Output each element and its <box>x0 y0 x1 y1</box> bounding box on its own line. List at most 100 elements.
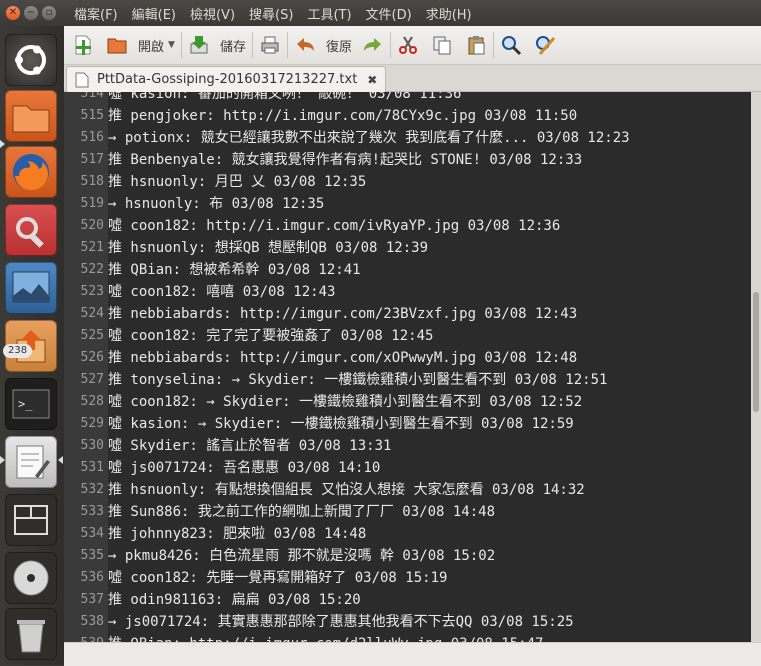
editor-line[interactable]: 535 → pkmu8426: 白色流星雨 那不就是沒嗎 幹 03/08 15:0… <box>64 545 751 567</box>
dash-home-button[interactable] <box>5 34 57 86</box>
editor-line[interactable]: 514 噓 kasion: 番加的開箱文咧！ 敲碗！ 03/08 11:36 <box>64 92 751 105</box>
editor-line[interactable]: 539 推 QBian: http://i.imgur.com/d2lluWy.j… <box>64 633 751 642</box>
landscape-photo-icon <box>12 271 50 303</box>
line-text: 噓 Skydier: 謠言止於智者 03/08 13:31 <box>108 438 392 454</box>
editor-line[interactable]: 528 噓 coon182: → Skydier: 一樓鐵檢雞積小到醫生看不到 0… <box>64 391 751 413</box>
editor-lines: 514 噓 kasion: 番加的開箱文咧！ 敲碗！ 03/08 11:36 515… <box>64 92 751 642</box>
editor-line[interactable]: 536 噓 coon182: 先睡一覺再寫開箱好了 03/08 15:19 <box>64 567 751 589</box>
editor-line[interactable]: 515 推 pengjoker: http://i.imgur.com/78CYx… <box>64 105 751 127</box>
terminal-launcher-button[interactable]: >_ <box>5 378 57 430</box>
editor-line[interactable]: 529 噓 kasion: → Skydier: 一樓鐵檢雞積小到醫生看不到 03… <box>64 413 751 435</box>
line-number: 517 <box>80 152 104 167</box>
editor-line[interactable]: 516 → potionx: 競女已經讓我數不出來說了幾次 我到底看了什麼... … <box>64 127 751 149</box>
open-label: 開啟 <box>138 39 165 55</box>
menu-view[interactable]: 檢視(V) <box>190 4 235 23</box>
status-area <box>64 642 761 666</box>
editor-line[interactable]: 533 推 Sun886: 我之前工作的網咖上新聞了厂厂 03/08 14:48 <box>64 501 751 523</box>
maximize-window-button[interactable]: ▫ <box>42 6 56 20</box>
line-text: → pkmu8426: 白色流星雨 那不就是沒嗎 幹 03/08 15:02 <box>108 548 496 564</box>
editor-line[interactable]: 518 推 hsnuonly: 月巴 乂 03/08 12:35 <box>64 171 751 193</box>
line-text: → hsnuonly: 布 03/08 12:35 <box>108 196 325 212</box>
open-button[interactable]: 開啟 ▼ <box>106 30 175 60</box>
firefox-icon <box>13 154 49 191</box>
text-editor-launcher-button[interactable] <box>5 436 57 488</box>
text-file-icon <box>75 72 89 87</box>
editor-line[interactable]: 530 噓 Skydier: 謠言止於智者 03/08 13:31 <box>64 435 751 457</box>
line-number: 536 <box>80 570 104 585</box>
tab-filename: PttData-Gossiping-20160317213227.txt <box>97 72 358 87</box>
find-replace-button[interactable] <box>534 30 556 60</box>
close-window-button[interactable]: ✕ <box>6 6 20 20</box>
trash-launcher-button[interactable] <box>5 608 57 660</box>
open-dropdown-arrow-icon[interactable]: ▼ <box>168 40 175 50</box>
line-text: 噓 coon182: http://i.imgur.com/ivRyaYP.jp… <box>108 218 561 234</box>
magnifier-icon <box>501 36 522 56</box>
line-number: 537 <box>80 592 104 607</box>
line-text: 推 hsnuonly: 月巴 乂 03/08 12:35 <box>108 174 367 190</box>
active-indicator <box>58 456 63 464</box>
paste-clipboard-icon <box>468 36 485 55</box>
menu-edit[interactable]: 編輯(E) <box>132 4 176 23</box>
line-text: 推 QBian: http://i.imgur.com/d2lluWy.jpg … <box>108 633 543 642</box>
editor-line[interactable]: 527 推 tonyselina: → Skydier: 一樓鐵檢雞積小到醫生看不… <box>64 369 751 391</box>
print-button[interactable] <box>259 30 281 60</box>
workspace-switcher-button[interactable] <box>5 494 57 546</box>
image-viewer-launcher-button[interactable] <box>5 262 57 314</box>
cut-button[interactable] <box>397 30 419 60</box>
editor-line[interactable]: 534 推 johnny823: 肥來啦 03/08 14:48 <box>64 523 751 545</box>
menu-bar: ✕ − ▫ 檔案(F) 編輯(E) 檢視(V) 搜尋(S) 工具(T) 文件(D… <box>0 0 761 26</box>
cd-disc-icon <box>13 560 49 596</box>
line-text: 推 QBian: 想被希希幹 03/08 12:41 <box>108 262 361 278</box>
optical-drive-launcher-button[interactable] <box>5 552 57 604</box>
system-settings-launcher-button[interactable] <box>5 204 57 256</box>
editor-line[interactable]: 517 推 Benbenyale: 競女讓我覺得作者有病!起哭比 STONE! 0… <box>64 149 751 171</box>
line-number: 533 <box>80 504 104 519</box>
text-editor-area[interactable]: 514 噓 kasion: 番加的開箱文咧！ 敲碗！ 03/08 11:36 515… <box>64 92 751 642</box>
editor-line[interactable]: 523 噓 coon182: 嘻嘻 03/08 12:43 <box>64 281 751 303</box>
line-text: 推 pengjoker: http://i.imgur.com/78CYx9c.… <box>108 108 578 124</box>
editor-line[interactable]: 524 推 nebbiabards: http://imgur.com/23BVz… <box>64 303 751 325</box>
editor-line[interactable]: 522 推 QBian: 想被希希幹 03/08 12:41 <box>64 259 751 281</box>
menu-search[interactable]: 搜尋(S) <box>249 4 293 23</box>
menu-help[interactable]: 求助(H) <box>426 4 472 23</box>
menu-file[interactable]: 檔案(F) <box>74 4 118 23</box>
menu-documents[interactable]: 文件(D) <box>366 4 412 23</box>
open-folder-icon <box>107 38 127 54</box>
paste-button[interactable] <box>465 30 487 60</box>
line-text: 推 hsnuonly: 想採QB 想壓制QB 03/08 12:39 <box>108 240 429 256</box>
editor-line[interactable]: 531 噓 js0071724: 吾名惠惠 03/08 14:10 <box>64 457 751 479</box>
vertical-scrollbar[interactable] <box>751 92 761 642</box>
save-button[interactable]: 儲存 <box>188 30 246 60</box>
find-button[interactable] <box>500 30 522 60</box>
minimize-window-button[interactable]: − <box>24 6 38 20</box>
line-number: 519 <box>80 196 104 211</box>
editor-line[interactable]: 532 推 hsnuonly: 有點想換個組長 又怕沒人想接 大家怎麼看 03/0… <box>64 479 751 501</box>
editor-line[interactable]: 538 → js0071724: 其實惠惠那部除了惠惠其他我看不下去QQ 03/0… <box>64 611 751 633</box>
editor-line[interactable]: 537 推 odin981163: 扁扁 03/08 15:20 <box>64 589 751 611</box>
firefox-launcher-button[interactable] <box>5 146 57 198</box>
text-editor-icon <box>16 445 50 479</box>
editor-line[interactable]: 526 推 nebbiabards: http://imgur.com/xOPww… <box>64 347 751 369</box>
svg-text:>_: >_ <box>18 397 33 411</box>
folder-icon <box>12 105 50 133</box>
new-document-button[interactable] <box>72 30 94 60</box>
redo-button[interactable] <box>362 30 384 60</box>
redo-arrow-icon <box>363 38 381 51</box>
editor-line[interactable]: 520 噓 coon182: http://i.imgur.com/ivRyaYP… <box>64 215 751 237</box>
undo-button[interactable]: 復原 <box>294 30 352 60</box>
menu-tools[interactable]: 工具(T) <box>307 4 351 23</box>
tab-close-icon[interactable]: ✖ <box>367 73 377 87</box>
terminal-icon: >_ <box>12 389 50 419</box>
files-launcher-button[interactable] <box>5 90 57 142</box>
editor-line[interactable]: 525 噓 coon182: 完了完了要被強姦了 03/08 12:45 <box>64 325 751 347</box>
editor-line[interactable]: 519 → hsnuonly: 布 03/08 12:35 <box>64 193 751 215</box>
editor-line[interactable]: 521 推 hsnuonly: 想採QB 想壓制QB 03/08 12:39 <box>64 237 751 259</box>
scrollbar-thumb[interactable] <box>753 292 759 412</box>
new-document-icon <box>75 35 91 55</box>
line-number: 514 <box>80 92 104 101</box>
document-tab[interactable]: PttData-Gossiping-20160317213227.txt ✖ <box>66 66 386 92</box>
toolbar-separator <box>492 32 494 58</box>
line-number: 521 <box>80 240 104 255</box>
copy-button[interactable] <box>431 30 453 60</box>
launcher: 238 >_ <box>0 26 64 665</box>
